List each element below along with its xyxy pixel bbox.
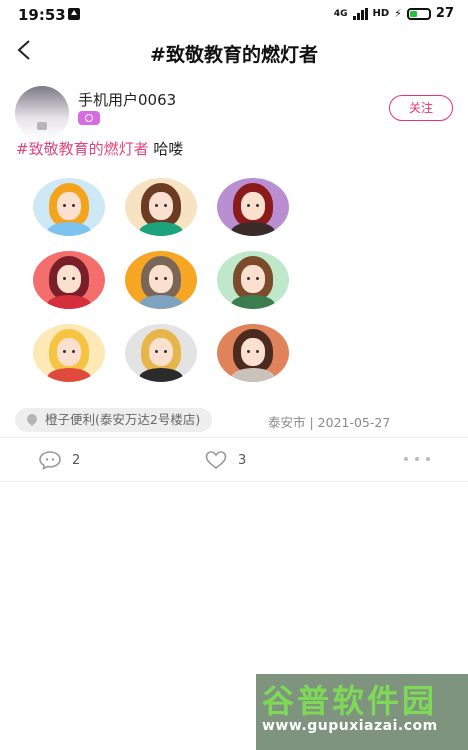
post-body: 哈喽	[148, 140, 184, 158]
heart-icon	[205, 451, 227, 470]
page-title: #致敬教育的燃灯者	[150, 44, 318, 66]
watermark-url: www.gupuxiazai.com	[262, 718, 438, 734]
battery-level: 27	[435, 6, 454, 21]
post-image-thumbnail[interactable]	[33, 324, 105, 382]
divider	[0, 481, 468, 482]
signal-icon	[352, 7, 368, 20]
like-button[interactable]: 3	[204, 449, 246, 471]
user-badge-icon	[78, 111, 100, 125]
divider	[0, 437, 468, 438]
post-image-thumbnail[interactable]	[125, 178, 197, 236]
location-name: 橙子便利(泰安万达2号楼店)	[45, 412, 201, 427]
network-type: 4G	[333, 8, 348, 19]
nav-header: #致敬教育的燃灯者	[0, 30, 468, 74]
hashtag-link[interactable]: #致敬教育的燃灯者	[16, 140, 149, 158]
post-image-thumbnail[interactable]	[125, 251, 197, 309]
comment-button[interactable]: 2	[38, 449, 80, 471]
watermark-title: 谷普软件园	[262, 682, 438, 720]
like-count: 3	[238, 452, 247, 468]
battery-icon	[406, 7, 431, 20]
charging-icon: ⚡	[394, 7, 402, 20]
post-meta: 泰安市 | 2021-05-27	[268, 415, 391, 430]
post-text: #致敬教育的燃灯者 哈喽	[16, 138, 183, 159]
post-image-thumbnail[interactable]	[217, 324, 289, 382]
avatar[interactable]	[15, 86, 69, 140]
post-image-thumbnail[interactable]	[33, 178, 105, 236]
comment-count: 2	[72, 452, 81, 468]
post-image-thumbnail[interactable]	[125, 324, 197, 382]
upload-notification-icon	[68, 8, 80, 20]
post-image-thumbnail[interactable]	[217, 251, 289, 309]
more-options-icon[interactable]	[404, 457, 430, 461]
status-bar: 19:53 4G HD ⚡ 27	[0, 0, 468, 30]
hd-indicator: HD	[372, 8, 390, 19]
comment-icon	[39, 451, 61, 470]
status-icons: 4G HD ⚡ 27	[334, 6, 454, 21]
image-grid	[33, 178, 303, 388]
watermark-logo: 谷普软件园 www.gupuxiazai.com	[256, 674, 468, 750]
location-chip[interactable]: 橙子便利(泰安万达2号楼店)	[15, 408, 213, 432]
status-time: 19:53	[18, 6, 66, 24]
author-name[interactable]: 手机用户0063	[78, 89, 176, 110]
post-image-thumbnail[interactable]	[33, 251, 105, 309]
post-image-thumbnail[interactable]	[217, 178, 289, 236]
location-pin-icon	[24, 411, 40, 427]
follow-button[interactable]: 关注	[389, 95, 453, 121]
